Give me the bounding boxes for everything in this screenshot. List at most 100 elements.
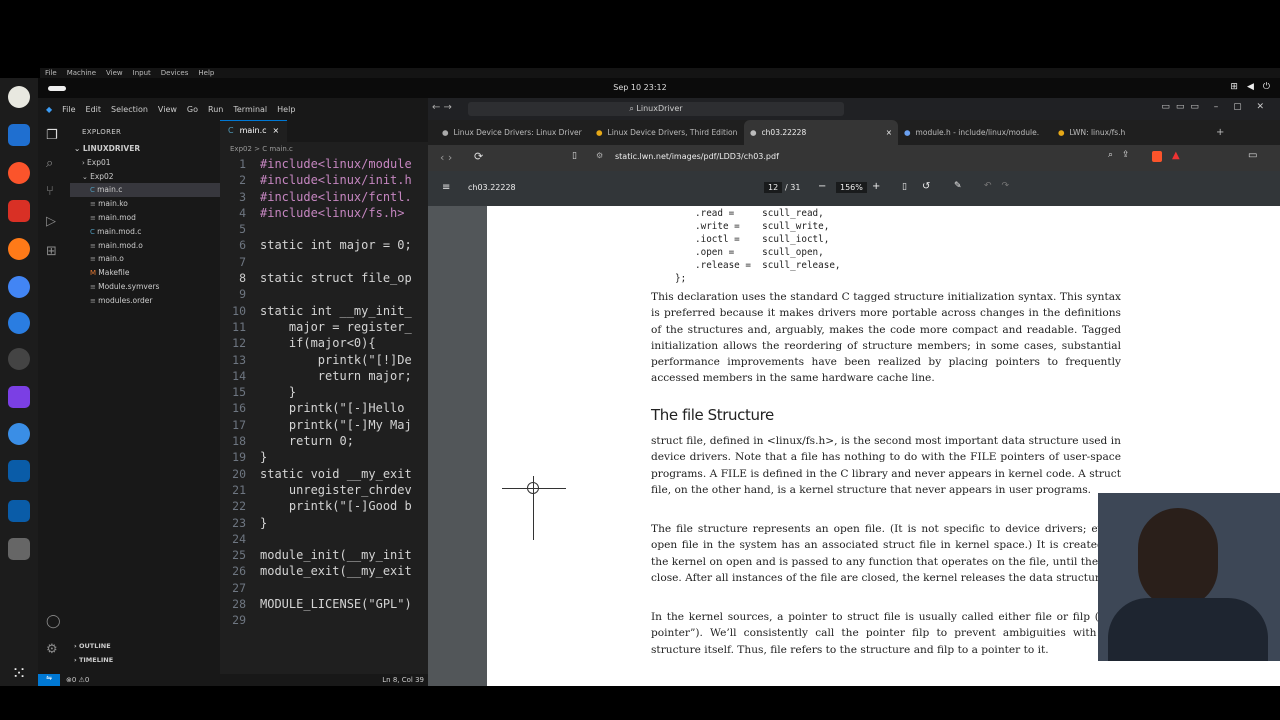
zoom-out-icon[interactable]: − bbox=[818, 181, 826, 192]
code-line: 26 module_exit(__my_exit bbox=[220, 563, 428, 579]
back-nav-icon[interactable]: ← → bbox=[432, 102, 452, 113]
paragraph-1: This declaration uses the standard C tag… bbox=[651, 291, 1121, 385]
tree-item[interactable]: M Makefile bbox=[70, 266, 220, 280]
project-folder[interactable]: ⌄ LINUXDRIVER bbox=[70, 142, 220, 156]
gear-app-icon[interactable] bbox=[8, 348, 30, 370]
zoom-level[interactable]: 156% bbox=[836, 182, 867, 193]
browser-tab[interactable]: ● module.h - include/linux/module. bbox=[898, 120, 1052, 145]
trash-icon[interactable] bbox=[8, 538, 30, 560]
office-icon[interactable] bbox=[8, 200, 30, 222]
clock[interactable]: Sep 10 23:12 bbox=[0, 83, 1280, 92]
tree-item-label: main.mod bbox=[98, 212, 136, 222]
annotate-icon[interactable]: ✎ bbox=[954, 181, 962, 191]
brave-icon[interactable] bbox=[8, 162, 30, 184]
source-control-icon[interactable]: ⑂ bbox=[46, 184, 54, 199]
outline-section[interactable]: › OUTLINE bbox=[70, 640, 220, 654]
system-tray[interactable]: ⊞ ◀ ⏻ bbox=[1230, 82, 1270, 92]
account-icon[interactable]: ◯ bbox=[46, 614, 61, 629]
file-tree: › Exp01 ⌄ Exp02 C main.c ≡ main.ko ≡ main.mo… bbox=[70, 156, 220, 308]
zoom-in-icon[interactable]: + bbox=[872, 181, 880, 192]
monitor-icon[interactable] bbox=[8, 500, 30, 522]
reload-icon[interactable]: ⟳ bbox=[474, 150, 483, 163]
vm-menu-item[interactable]: Machine bbox=[67, 68, 96, 78]
chromium-icon[interactable] bbox=[8, 276, 30, 298]
code-snippet-line: .open = scull_open, bbox=[695, 247, 824, 258]
code-editor[interactable]: 1 #include<linux/module 2 #include<linux/in… bbox=[220, 156, 428, 629]
tree-item[interactable]: › Exp01 bbox=[70, 156, 220, 170]
menu-item[interactable]: View bbox=[158, 105, 177, 114]
paragraph-3: The file structure represents an open fi… bbox=[651, 523, 1121, 584]
search-icon[interactable]: ⌕ bbox=[46, 156, 53, 171]
browser-tab[interactable]: ● LWN: linux/fs.h bbox=[1052, 120, 1206, 145]
fit-page-icon[interactable]: ▯ bbox=[902, 182, 907, 192]
vm-menu-item[interactable]: Input bbox=[133, 68, 151, 78]
tree-item[interactable]: ≡ main.mod bbox=[70, 211, 220, 225]
tree-item[interactable]: ≡ main.o bbox=[70, 252, 220, 266]
menu-item[interactable]: Selection bbox=[111, 105, 148, 114]
explorer-icon[interactable]: ❐ bbox=[46, 128, 58, 143]
tree-item[interactable]: C main.c bbox=[70, 183, 220, 198]
kde-connect-icon[interactable] bbox=[8, 423, 30, 445]
breadcrumb[interactable]: Exp02 > C main.c bbox=[220, 142, 428, 156]
app-grid-icon[interactable]: ⁙ bbox=[8, 663, 30, 685]
url-field[interactable]: static.lwn.net/images/pdf/LDD3/ch03.pdf bbox=[615, 152, 779, 161]
tab-main-c[interactable]: Cmain.c × bbox=[220, 120, 288, 142]
close-icon[interactable]: × bbox=[273, 126, 280, 137]
vm-menu-item[interactable]: File bbox=[45, 68, 57, 78]
menu-item[interactable]: Edit bbox=[86, 105, 102, 114]
code-line: 9 bbox=[220, 286, 428, 302]
browser-tabs: ● Linux Device Drivers: Linux Driver ● Linu… bbox=[428, 120, 1280, 145]
browser-tab[interactable]: ● Linux Device Drivers: Linux Driver bbox=[436, 120, 590, 145]
line-number: 2 bbox=[239, 173, 246, 188]
menu-icon[interactable]: ≡ bbox=[442, 182, 450, 193]
tree-item[interactable]: ≡ Module.symvers bbox=[70, 280, 220, 294]
menu-item[interactable]: File bbox=[62, 105, 75, 114]
app-store-icon[interactable] bbox=[8, 312, 30, 334]
browser-tab[interactable]: ● ch03.22228 × bbox=[744, 120, 898, 145]
menu-item[interactable]: Go bbox=[187, 105, 198, 114]
brave-shield-icon[interactable] bbox=[1152, 151, 1162, 162]
window-controls[interactable]: ▭▭▭ – ▢ ✕ bbox=[1161, 102, 1270, 112]
tree-item[interactable]: C main.mod.c bbox=[70, 225, 220, 239]
problems-indicator[interactable]: ⊗0 ⚠0 bbox=[66, 676, 89, 684]
vscode-icon[interactable] bbox=[8, 124, 30, 146]
run-debug-icon[interactable]: ▷ bbox=[46, 214, 56, 229]
tree-item[interactable]: ⌄ Exp02 bbox=[70, 170, 220, 184]
menu-item[interactable]: Terminal bbox=[233, 105, 267, 114]
remote-icon[interactable]: ⇋ bbox=[38, 674, 60, 686]
obsidian-icon[interactable] bbox=[8, 386, 30, 408]
vm-menu-item[interactable]: Help bbox=[198, 68, 214, 78]
back-icon[interactable]: ‹ › bbox=[440, 151, 452, 164]
settings-icon[interactable] bbox=[8, 86, 30, 108]
tree-item[interactable]: ≡ modules.order bbox=[70, 294, 220, 308]
bookmark-icon[interactable]: ▯ bbox=[572, 151, 577, 161]
tree-item[interactable]: ≡ main.ko bbox=[70, 197, 220, 211]
firefox-icon[interactable] bbox=[8, 238, 30, 260]
menu-item[interactable]: Run bbox=[208, 105, 223, 114]
manage-gear-icon[interactable]: ⚙ bbox=[46, 642, 58, 657]
wireshark-icon[interactable] bbox=[8, 460, 30, 482]
page-input[interactable]: 12 bbox=[764, 182, 783, 193]
sidebar-toggle-icon[interactable]: ▭ bbox=[1248, 150, 1257, 161]
file-icon: ≡ bbox=[90, 296, 99, 305]
menu-item[interactable]: Help bbox=[277, 105, 295, 114]
rewards-icon[interactable]: ▲ bbox=[1172, 150, 1180, 161]
system-topbar: Sep 10 23:12 ⊞ ◀ ⏻ bbox=[0, 78, 1280, 98]
code-snippet-line: .ioctl = scull_ioctl, bbox=[695, 234, 830, 245]
code-line: 28 MODULE_LICENSE("GPL") bbox=[220, 596, 428, 612]
new-tab-button[interactable]: + bbox=[1206, 120, 1234, 145]
line-number: 28 bbox=[232, 597, 246, 612]
command-center[interactable]: ⌕ LinuxDriver bbox=[468, 102, 844, 116]
rotate-icon[interactable]: ↺ bbox=[922, 181, 930, 192]
cursor-position[interactable]: Ln 8, Col 39 bbox=[382, 676, 424, 684]
close-tab-icon[interactable]: × bbox=[886, 128, 892, 137]
undo-redo-icon[interactable]: ↶↷ bbox=[984, 181, 1019, 191]
extensions-icon[interactable]: ⊞ bbox=[46, 244, 57, 259]
timeline-section[interactable]: › TIMELINE bbox=[70, 654, 220, 668]
vm-menu-item[interactable]: View bbox=[106, 68, 123, 78]
url-actions[interactable]: ⌕⇪ bbox=[1108, 150, 1139, 160]
vm-menu-item[interactable]: Devices bbox=[161, 68, 189, 78]
tree-item[interactable]: ≡ main.mod.o bbox=[70, 239, 220, 253]
browser-tab[interactable]: ● Linux Device Drivers, Third Edition bbox=[590, 120, 744, 145]
site-info-icon[interactable]: ⚙ bbox=[596, 151, 603, 160]
